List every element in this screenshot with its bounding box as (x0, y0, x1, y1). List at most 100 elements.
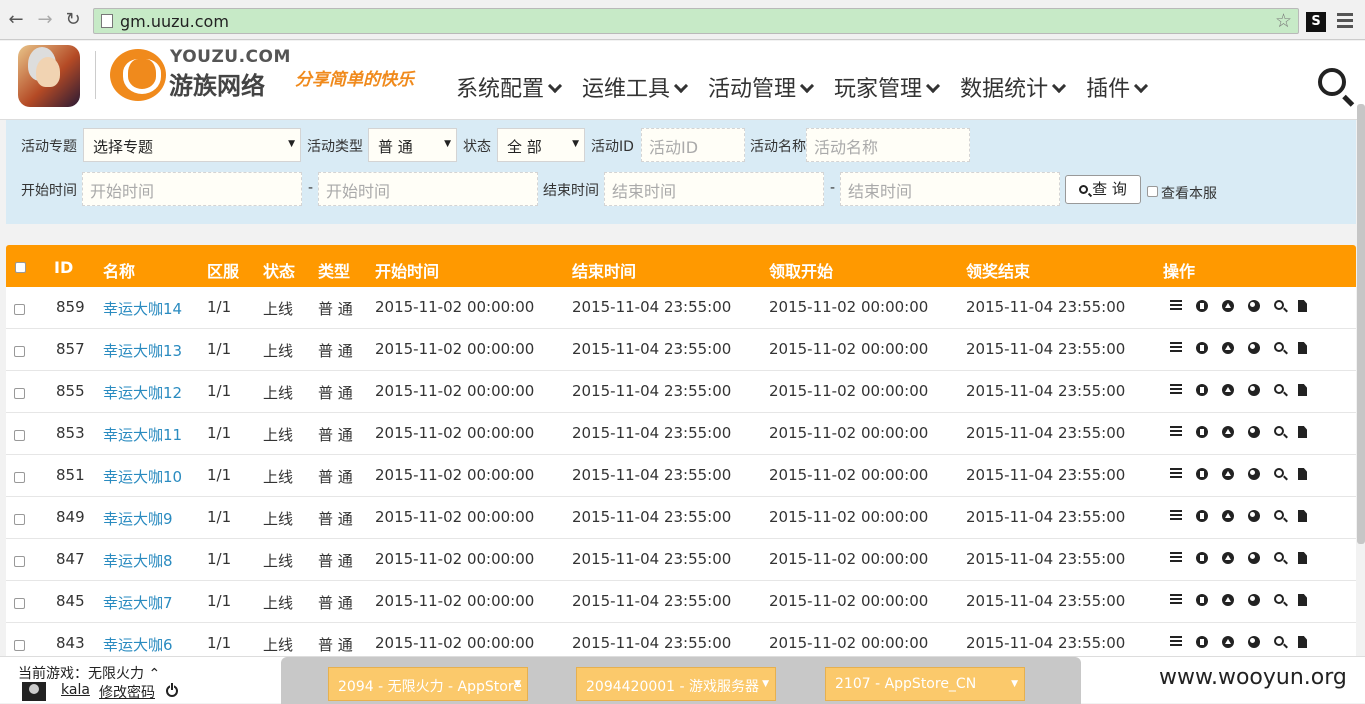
zoom-icon[interactable] (1274, 300, 1284, 310)
current-game[interactable]: 当前游戏：无限火力 ⌃ (18, 663, 160, 683)
platform-select[interactable]: 2094 - 无限火力 - AppStore (328, 667, 528, 701)
info-icon[interactable] (1196, 510, 1208, 522)
file-icon[interactable] (1298, 426, 1307, 438)
start-time-from-input[interactable]: 开始时间 (82, 172, 302, 206)
scrollbar[interactable] (1357, 104, 1365, 544)
file-icon[interactable] (1298, 468, 1307, 480)
cell-name-link[interactable]: 幸运大咖7 (103, 592, 173, 613)
col-id[interactable]: ID (54, 258, 73, 277)
nav-plugins[interactable]: 插件 (1086, 71, 1149, 103)
globe-icon[interactable] (1248, 384, 1260, 396)
row-checkbox[interactable] (14, 388, 25, 399)
activity-name-input[interactable]: 活动名称 (806, 128, 970, 162)
list-icon[interactable] (1170, 594, 1182, 606)
globe-icon[interactable] (1248, 636, 1260, 648)
list-icon[interactable] (1170, 426, 1182, 438)
info-icon[interactable] (1196, 636, 1208, 648)
cell-name-link[interactable]: 幸运大咖6 (103, 634, 173, 655)
row-checkbox[interactable] (14, 514, 25, 525)
end-time-to-input[interactable]: 结束时间 (840, 172, 1060, 206)
bookmark-star-icon[interactable]: ☆ (1275, 10, 1292, 32)
end-time-from-input[interactable]: 结束时间 (604, 172, 824, 206)
upload-icon[interactable] (1222, 594, 1234, 606)
file-icon[interactable] (1298, 510, 1307, 522)
nav-activity-manage[interactable]: 活动管理 (708, 71, 815, 103)
file-icon[interactable] (1298, 300, 1307, 312)
cell-name-link[interactable]: 幸运大咖12 (103, 382, 182, 403)
col-zone[interactable]: 区服 (207, 258, 239, 282)
logout-icon[interactable] (166, 683, 178, 697)
cell-name-link[interactable]: 幸运大咖8 (103, 550, 173, 571)
address-bar[interactable]: gm.uuzu.com ☆ (93, 8, 1299, 34)
info-icon[interactable] (1196, 552, 1208, 564)
zoom-icon[interactable] (1274, 636, 1284, 646)
info-icon[interactable] (1196, 594, 1208, 606)
start-time-to-input[interactable]: 开始时间 (318, 172, 538, 206)
col-status[interactable]: 状态 (263, 258, 295, 282)
nav-player-manage[interactable]: 玩家管理 (834, 71, 941, 103)
game-logo[interactable] (18, 45, 80, 107)
zoom-icon[interactable] (1274, 342, 1284, 352)
upload-icon[interactable] (1222, 300, 1234, 312)
globe-icon[interactable] (1248, 468, 1260, 480)
col-start[interactable]: 开始时间 (375, 258, 439, 282)
local-server-checkbox[interactable] (1147, 186, 1158, 197)
server-select[interactable]: 2094420001 - 游戏服务器 (576, 667, 776, 701)
list-icon[interactable] (1170, 342, 1182, 354)
row-checkbox[interactable] (14, 640, 25, 651)
zoom-icon[interactable] (1274, 510, 1284, 520)
info-icon[interactable] (1196, 342, 1208, 354)
cell-name-link[interactable]: 幸运大咖11 (103, 424, 182, 445)
upload-icon[interactable] (1222, 426, 1234, 438)
globe-icon[interactable] (1248, 300, 1260, 312)
user-name-link[interactable]: kala (61, 682, 90, 698)
zoom-icon[interactable] (1274, 426, 1284, 436)
nav-ops-tools[interactable]: 运维工具 (582, 71, 689, 103)
cell-name-link[interactable]: 幸运大咖10 (103, 466, 182, 487)
col-claim-start[interactable]: 领取开始 (769, 258, 833, 282)
globe-icon[interactable] (1248, 342, 1260, 354)
select-all-checkbox[interactable] (15, 262, 26, 273)
list-icon[interactable] (1170, 468, 1182, 480)
browser-menu-icon[interactable] (1337, 13, 1353, 31)
forward-icon[interactable]: → (35, 10, 55, 30)
list-icon[interactable] (1170, 510, 1182, 522)
file-icon[interactable] (1298, 342, 1307, 354)
topic-select[interactable]: 选择专题 (83, 128, 301, 162)
globe-icon[interactable] (1248, 594, 1260, 606)
file-icon[interactable] (1298, 636, 1307, 648)
info-icon[interactable] (1196, 468, 1208, 480)
cell-name-link[interactable]: 幸运大咖14 (103, 298, 182, 319)
row-checkbox[interactable] (14, 304, 25, 315)
row-checkbox[interactable] (14, 346, 25, 357)
upload-icon[interactable] (1222, 510, 1234, 522)
query-button[interactable]: 查 询 (1065, 175, 1141, 204)
nav-system-config[interactable]: 系统配置 (456, 71, 563, 103)
info-icon[interactable] (1196, 426, 1208, 438)
zoom-icon[interactable] (1274, 384, 1284, 394)
list-icon[interactable] (1170, 552, 1182, 564)
list-icon[interactable] (1170, 384, 1182, 396)
upload-icon[interactable] (1222, 468, 1234, 480)
search-icon[interactable] (1318, 68, 1346, 96)
col-type[interactable]: 类型 (318, 258, 350, 282)
cell-name-link[interactable]: 幸运大咖13 (103, 340, 182, 361)
upload-icon[interactable] (1222, 636, 1234, 648)
extension-icon[interactable]: S (1306, 12, 1326, 32)
file-icon[interactable] (1298, 594, 1307, 606)
reload-icon[interactable]: ↻ (63, 10, 83, 30)
col-name[interactable]: 名称 (103, 258, 135, 282)
info-icon[interactable] (1196, 300, 1208, 312)
upload-icon[interactable] (1222, 552, 1234, 564)
upload-icon[interactable] (1222, 342, 1234, 354)
change-password-link[interactable]: 修改密码 (99, 682, 155, 702)
row-checkbox[interactable] (14, 598, 25, 609)
file-icon[interactable] (1298, 384, 1307, 396)
globe-icon[interactable] (1248, 510, 1260, 522)
zoom-icon[interactable] (1274, 468, 1284, 478)
globe-icon[interactable] (1248, 426, 1260, 438)
type-select[interactable]: 普 通 (368, 128, 457, 162)
row-checkbox[interactable] (14, 472, 25, 483)
file-icon[interactable] (1298, 552, 1307, 564)
col-end[interactable]: 结束时间 (572, 258, 636, 282)
